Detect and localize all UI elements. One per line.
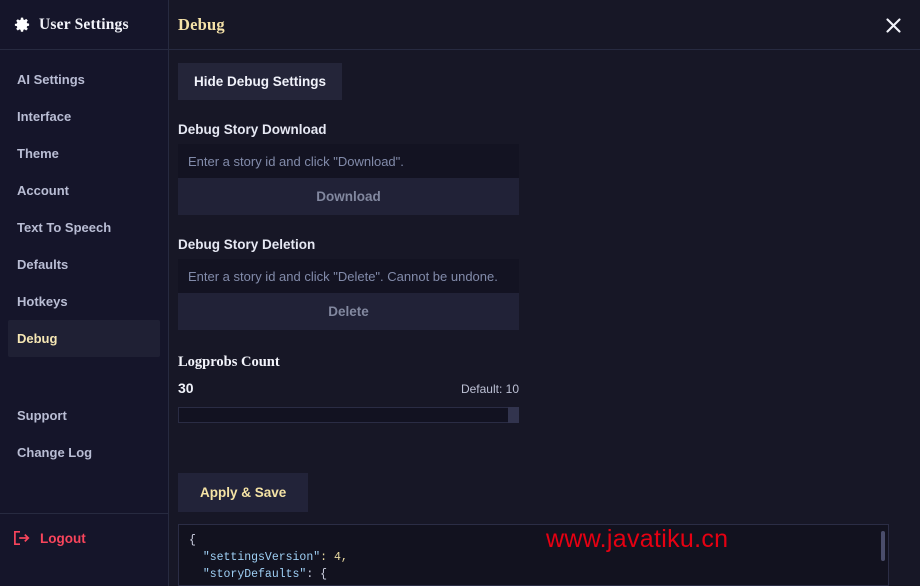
- settings-content: Hide Debug Settings Debug Story Download…: [169, 50, 920, 512]
- code-key-settings-version: "settingsVersion": [202, 551, 321, 564]
- download-button[interactable]: Download: [178, 178, 519, 215]
- logout-button[interactable]: Logout: [0, 514, 168, 546]
- logprobs-slider[interactable]: [178, 407, 519, 423]
- hide-debug-settings-button[interactable]: Hide Debug Settings: [178, 63, 343, 100]
- sidebar-item-defaults[interactable]: Defaults: [8, 246, 160, 283]
- logprobs-value-row: 30 Default: 10: [178, 380, 519, 396]
- deletion-section-label: Debug Story Deletion: [178, 237, 316, 252]
- sidebar-item-ai-settings[interactable]: AI Settings: [8, 61, 160, 98]
- debug-story-download-section: Debug Story Download Download: [178, 122, 519, 215]
- logout-label: Logout: [40, 530, 86, 546]
- logprobs-slider-thumb[interactable]: [508, 407, 519, 423]
- sidebar-item-support[interactable]: Support: [8, 397, 160, 434]
- logprobs-count-title: Logprobs Count: [178, 354, 280, 370]
- logprobs-default-label: Default: 10: [460, 382, 519, 396]
- code-value-settings-version: : 4,: [320, 551, 348, 564]
- user-settings-dialog: User Settings AI Settings Interface Them…: [0, 0, 920, 586]
- main-panel: Debug Hide Debug Settings Debug Story Do…: [169, 0, 920, 586]
- sidebar-item-change-log[interactable]: Change Log: [8, 434, 160, 471]
- sidebar: User Settings AI Settings Interface Them…: [0, 0, 169, 586]
- sidebar-item-interface[interactable]: Interface: [8, 98, 160, 135]
- sidebar-item-theme[interactable]: Theme: [8, 135, 160, 172]
- debug-story-deletion-section: Debug Story Deletion Delete: [178, 237, 519, 330]
- page-title: Debug: [178, 14, 225, 34]
- sidebar-title: User Settings: [39, 15, 129, 33]
- close-button[interactable]: [879, 11, 907, 39]
- logprobs-count-setting: Logprobs Count 30 Default: 10: [178, 354, 519, 423]
- gear-icon: [14, 17, 30, 33]
- sidebar-item-account[interactable]: Account: [8, 172, 160, 209]
- main-header: Debug: [169, 0, 920, 50]
- code-value-story-defaults: : {: [306, 568, 328, 581]
- delete-button[interactable]: Delete: [178, 293, 519, 330]
- logout-icon: [13, 530, 30, 546]
- settings-json-preview[interactable]: { "settingsVersion": 4, "storyDefaults":…: [178, 524, 889, 586]
- sidebar-header: User Settings: [0, 0, 168, 50]
- code-key-story-defaults: "storyDefaults": [202, 568, 307, 581]
- sidebar-item-debug[interactable]: Debug: [8, 320, 160, 357]
- sidebar-item-text-to-speech[interactable]: Text To Speech: [8, 209, 160, 246]
- sidebar-nav: AI Settings Interface Theme Account Text…: [0, 50, 168, 501]
- close-icon: [885, 17, 902, 34]
- story-id-download-input[interactable]: [178, 144, 519, 178]
- sidebar-footer: Logout: [0, 501, 168, 586]
- code-line-2: "settingsVersion": 4,: [189, 549, 888, 566]
- code-line-3: "storyDefaults": {: [189, 566, 888, 583]
- logprobs-current-value: 30: [178, 380, 194, 396]
- apply-and-save-button[interactable]: Apply & Save: [178, 473, 309, 512]
- code-line-1: {: [189, 534, 196, 547]
- story-id-delete-input[interactable]: [178, 259, 519, 293]
- code-scrollbar[interactable]: [881, 531, 885, 561]
- sidebar-item-hotkeys[interactable]: Hotkeys: [8, 283, 160, 320]
- download-section-label: Debug Story Download: [178, 122, 327, 137]
